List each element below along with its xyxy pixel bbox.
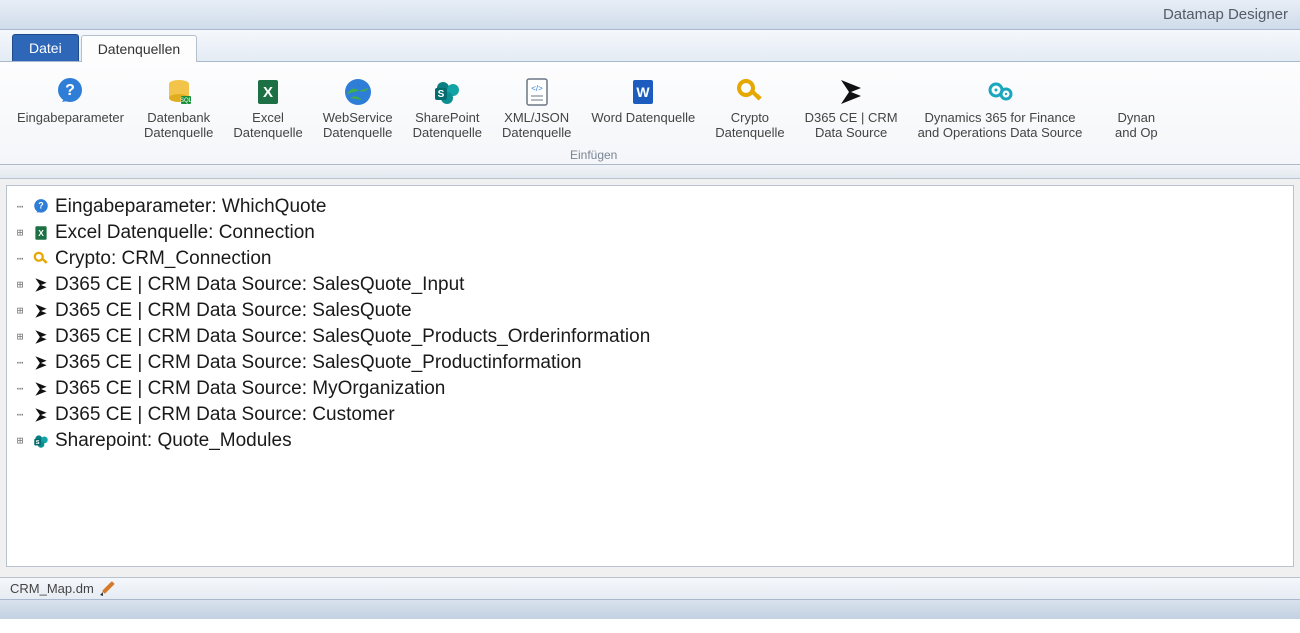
ribbon-btn-label: CryptoDatenquelle <box>715 111 784 141</box>
tab-datasources[interactable]: Datenquellen <box>81 35 198 62</box>
expand-icon[interactable]: ⊞ <box>13 278 27 292</box>
tree-node-label: Excel Datenquelle: Connection <box>55 222 315 244</box>
ribbon-btn-d365ce-source[interactable]: D365 CE | CRMData Source <box>798 70 905 146</box>
tree-node[interactable]: ⋯ D365 CE | CRM Data Source: MyOrganizati… <box>13 376 1287 402</box>
dynamics-ce-icon-sm <box>31 301 51 321</box>
database-icon <box>162 75 196 109</box>
ribbon-group-caption: Einfügen <box>570 148 617 162</box>
dynamics-ce-icon <box>834 75 868 109</box>
status-filename: CRM_Map.dm <box>10 581 94 596</box>
ribbon-btn-label: SharePointDatenquelle <box>413 111 482 141</box>
ribbon-btn-label: DatenbankDatenquelle <box>144 111 213 141</box>
tree-node[interactable]: ⊞ D365 CE | CRM Data Source: SalesQuote <box>13 298 1287 324</box>
tree-node[interactable]: ⋯ D365 CE | CRM Data Source: Customer <box>13 402 1287 428</box>
tree-node-label: D365 CE | CRM Data Source: MyOrganizatio… <box>55 378 445 400</box>
tree-node-label: D365 CE | CRM Data Source: SalesQuote <box>55 300 412 322</box>
node-bullet-icon: ⋯ <box>13 356 27 370</box>
ribbon-btn-label: Dynamics 365 for Financeand Operations D… <box>918 111 1083 141</box>
tree-node-label: D365 CE | CRM Data Source: SalesQuote_In… <box>55 274 464 296</box>
tree-node[interactable]: ⋯ D365 CE | CRM Data Source: SalesQuote_P… <box>13 350 1287 376</box>
dynamics-ce-icon-sm <box>31 353 51 373</box>
key-icon-sm <box>31 249 51 269</box>
dynamics-ce-icon-sm <box>31 379 51 399</box>
ribbon-btn-xmljson-source[interactable]: XML/JSONDatenquelle <box>495 70 578 146</box>
ribbon-btn-excel-source[interactable]: ExcelDatenquelle <box>226 70 309 146</box>
tree-node-label: Crypto: CRM_Connection <box>55 248 271 270</box>
tree-node[interactable]: ⋯ Crypto: CRM_Connection <box>13 246 1287 272</box>
gears-icon <box>983 75 1017 109</box>
tree-node-label: D365 CE | CRM Data Source: SalesQuote_Pr… <box>55 352 582 374</box>
ribbon-btn-label: Eingabeparameter <box>17 111 124 126</box>
expand-icon[interactable]: ⊞ <box>13 304 27 318</box>
node-bullet-icon: ⋯ <box>13 382 27 396</box>
tree-node[interactable]: ⊞ D365 CE | CRM Data Source: SalesQuote_I… <box>13 272 1287 298</box>
globe-icon <box>341 75 375 109</box>
dynamics-ce-icon-sm <box>31 275 51 295</box>
tree-node-label: D365 CE | CRM Data Source: Customer <box>55 404 395 426</box>
pencil-icon <box>100 581 116 597</box>
ribbon-btn-label: WebServiceDatenquelle <box>323 111 393 141</box>
window-border-bottom <box>0 599 1300 619</box>
ribbon-tabstrip: Datei Datenquellen <box>0 30 1300 62</box>
app-title: Datamap Designer <box>1163 6 1288 23</box>
expand-icon[interactable]: ⊞ <box>13 434 27 448</box>
status-bar: CRM_Map.dm <box>0 577 1300 599</box>
ribbon-btn-input-params[interactable]: Eingabeparameter <box>10 70 131 146</box>
ribbon-btn-label: D365 CE | CRMData Source <box>805 111 898 141</box>
ribbon-btn-d365bc-source[interactable]: Dynanand Op <box>1095 70 1177 146</box>
ribbon-btn-webservice-source[interactable]: WebServiceDatenquelle <box>316 70 400 146</box>
tree-node[interactable]: ⋯ Eingabeparameter: WhichQuote <box>13 194 1287 220</box>
bubble-question-icon <box>53 75 87 109</box>
node-bullet-icon: ⋯ <box>13 408 27 422</box>
titlebar: Datamap Designer <box>0 0 1300 30</box>
ribbon-btn-label: ExcelDatenquelle <box>233 111 302 141</box>
tree-node[interactable]: ⊞ Sharepoint: Quote_Modules <box>13 428 1287 454</box>
ribbon-btn-word-source[interactable]: Word Datenquelle <box>584 70 702 146</box>
expand-icon[interactable]: ⊞ <box>13 330 27 344</box>
tree-node-label: D365 CE | CRM Data Source: SalesQuote_Pr… <box>55 326 650 348</box>
tree-node[interactable]: ⊞ Excel Datenquelle: Connection <box>13 220 1287 246</box>
xml-file-icon <box>520 75 554 109</box>
ribbon-btn-label: XML/JSONDatenquelle <box>502 111 571 141</box>
tab-file[interactable]: Datei <box>12 34 79 61</box>
node-bullet-icon: ⋯ <box>13 252 27 266</box>
ribbon-btn-db-source[interactable]: DatenbankDatenquelle <box>137 70 220 146</box>
ribbon-group-insert: Eingabeparameter DatenbankDatenquelle Exce… <box>10 70 1177 162</box>
dynamics-ce-icon-sm <box>31 327 51 347</box>
blank-icon <box>1119 75 1153 109</box>
ribbon-btn-d365fo-source[interactable]: Dynamics 365 for Financeand Operations D… <box>911 70 1090 146</box>
tree-node[interactable]: ⊞ D365 CE | CRM Data Source: SalesQuote_P… <box>13 324 1287 350</box>
excel-icon <box>251 75 285 109</box>
tree-node-label: Eingabeparameter: WhichQuote <box>55 196 326 218</box>
ribbon-btn-label: Dynanand Op <box>1115 111 1158 141</box>
sub-toolbar <box>0 165 1300 179</box>
sharepoint-icon <box>430 75 464 109</box>
tree-node-label: Sharepoint: Quote_Modules <box>55 430 292 452</box>
word-icon <box>626 75 660 109</box>
ribbon: Eingabeparameter DatenbankDatenquelle Exce… <box>0 62 1300 165</box>
node-bullet-icon: ⋯ <box>13 200 27 214</box>
dynamics-ce-icon-sm <box>31 405 51 425</box>
expand-icon[interactable]: ⊞ <box>13 226 27 240</box>
tree-pane[interactable]: ⋯ Eingabeparameter: WhichQuote ⊞ Excel Date… <box>6 185 1294 567</box>
sharepoint-icon-sm <box>31 431 51 451</box>
ribbon-btn-sharepoint-source[interactable]: SharePointDatenquelle <box>406 70 489 146</box>
excel-icon-sm <box>31 223 51 243</box>
ribbon-btn-label: Word Datenquelle <box>591 111 695 126</box>
ribbon-btn-crypto-source[interactable]: CryptoDatenquelle <box>708 70 791 146</box>
bubble-question-icon-sm <box>31 197 51 217</box>
key-icon <box>733 75 767 109</box>
